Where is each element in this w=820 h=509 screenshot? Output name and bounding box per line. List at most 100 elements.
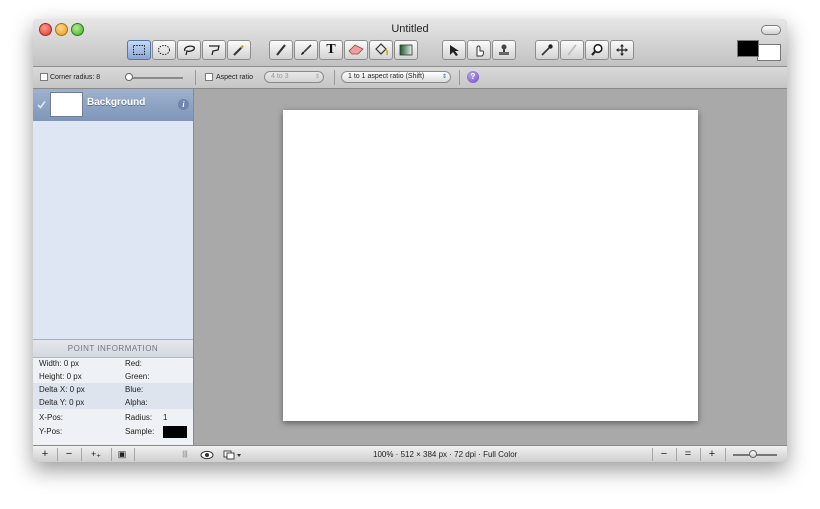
ellipse-select-tool[interactable] bbox=[152, 40, 176, 60]
background-color-swatch[interactable] bbox=[757, 44, 781, 61]
sidebar-resize-grip[interactable]: ||| bbox=[178, 446, 192, 462]
brush-tool[interactable] bbox=[294, 40, 318, 60]
gradient-tool-icon bbox=[399, 44, 413, 56]
layer-visibility-check-icon[interactable] bbox=[37, 100, 46, 109]
blue-readout: Blue: bbox=[125, 385, 144, 394]
point-information-header: POINT INFORMATION bbox=[33, 339, 193, 358]
move-tool-icon bbox=[616, 44, 628, 56]
alpha-readout: Alpha: bbox=[125, 398, 148, 407]
bottom-divider bbox=[652, 448, 653, 461]
options-divider bbox=[459, 70, 460, 85]
zoom-out-button[interactable]: − bbox=[655, 446, 673, 462]
zoom-slider-knob[interactable] bbox=[749, 450, 757, 458]
window-title: Untitled bbox=[391, 23, 429, 35]
rect-select-tool[interactable] bbox=[127, 40, 151, 60]
point-info-row: Y-Pos: Sample: bbox=[33, 425, 193, 438]
rect-select-tool-icon bbox=[133, 45, 145, 55]
lasso-tool[interactable] bbox=[177, 40, 201, 60]
ratio-mode-value: 1 to 1 aspect ratio (Shift) bbox=[348, 73, 425, 80]
aspect-ratio-value: 4 to 3 bbox=[271, 73, 289, 80]
popup-arrows-icon: ⇕ bbox=[314, 74, 320, 80]
delta-y-readout: Delta Y: 0 px bbox=[39, 398, 85, 407]
stamp-tool-icon bbox=[499, 44, 509, 55]
corner-radius-slider-knob[interactable] bbox=[125, 73, 133, 81]
layer-info-icon[interactable]: i bbox=[178, 99, 189, 110]
eraser-tool[interactable] bbox=[344, 40, 368, 60]
bottom-divider bbox=[700, 448, 701, 461]
zoom-tool-icon bbox=[591, 43, 603, 56]
retouch-brush-tool[interactable] bbox=[560, 40, 584, 60]
sample-label: Sample: bbox=[125, 427, 155, 436]
ellipse-select-tool-icon bbox=[158, 45, 170, 55]
radius-label: Radius: bbox=[125, 413, 153, 422]
eraser-tool-icon bbox=[348, 44, 364, 55]
eye-icon bbox=[200, 450, 214, 460]
point-info-row: X-Pos: Radius: 1 bbox=[33, 411, 193, 424]
smudge-tool[interactable] bbox=[467, 40, 491, 60]
red-readout: Red: bbox=[125, 359, 142, 368]
layer-mask-button[interactable]: ▣ bbox=[113, 446, 131, 462]
magic-wand-tool-icon bbox=[233, 45, 244, 56]
point-info-row: Delta X: 0 px Blue: bbox=[33, 383, 193, 396]
zoom-in-button[interactable]: + bbox=[703, 446, 721, 462]
pencil-tool-icon bbox=[276, 44, 286, 56]
foreground-color-swatch[interactable] bbox=[737, 40, 759, 57]
layer-thumbnail bbox=[50, 92, 83, 117]
view-toggle-button[interactable] bbox=[198, 446, 216, 462]
point-info-row: Width: 0 px Red: bbox=[33, 357, 193, 370]
options-divider bbox=[334, 70, 335, 85]
smudge-tool-icon bbox=[476, 45, 484, 57]
width-readout: Width: 0 px bbox=[39, 359, 80, 368]
window-mode-popup[interactable] bbox=[221, 446, 245, 462]
brush-tool-icon bbox=[301, 44, 312, 55]
lasso-tool-icon bbox=[184, 45, 196, 56]
aspect-ratio-label: Aspect ratio bbox=[216, 74, 253, 81]
ratio-mode-popup[interactable]: 1 to 1 aspect ratio (Shift) ⇕ bbox=[341, 71, 451, 83]
magic-wand-tool[interactable] bbox=[227, 40, 251, 60]
help-button[interactable]: ? bbox=[467, 71, 479, 83]
toolbar-toggle-button[interactable] bbox=[761, 25, 781, 35]
zoom-tool[interactable] bbox=[585, 40, 609, 60]
point-info-row: Delta Y: 0 px Alpha: bbox=[33, 396, 193, 409]
move-tool[interactable] bbox=[610, 40, 634, 60]
move-selection-tool[interactable] bbox=[442, 40, 466, 60]
eyedropper-tool-icon bbox=[541, 44, 553, 56]
aspect-ratio-checkbox[interactable] bbox=[205, 73, 213, 81]
polygon-lasso-tool-icon bbox=[209, 45, 220, 56]
popup-arrows-icon: ⇕ bbox=[441, 74, 447, 80]
delta-x-readout: Delta X: 0 px bbox=[39, 385, 85, 394]
stamp-tool[interactable] bbox=[492, 40, 516, 60]
aspect-ratio-popup[interactable]: 4 to 3 ⇕ bbox=[264, 71, 324, 83]
gradient-tool[interactable] bbox=[394, 40, 418, 60]
paint-bucket-tool-icon bbox=[375, 43, 389, 56]
image-status-text: 100% · 512 × 384 px · 72 dpi · Full Colo… bbox=[373, 450, 518, 459]
overlapping-windows-icon bbox=[223, 450, 241, 460]
layer-row-background[interactable]: Background i bbox=[33, 89, 193, 121]
bottom-divider bbox=[57, 448, 58, 461]
point-info-row: Height: 0 px Green: bbox=[33, 370, 193, 383]
duplicate-layer-button[interactable]: +₊ bbox=[84, 446, 108, 462]
corner-radius-checkbox[interactable] bbox=[40, 73, 48, 81]
point-information-panel: POINT INFORMATION Width: 0 px Red: Heigh… bbox=[33, 339, 194, 445]
text-tool-icon: T bbox=[326, 42, 336, 57]
bottom-divider bbox=[134, 448, 135, 461]
height-readout: Height: 0 px bbox=[39, 372, 82, 381]
add-layer-button[interactable]: + bbox=[36, 446, 54, 462]
sample-color-swatch bbox=[163, 426, 187, 438]
polygon-lasso-tool[interactable] bbox=[202, 40, 226, 60]
corner-radius-slider-track[interactable] bbox=[128, 77, 183, 79]
bottom-bar: + − +₊ ▣ ||| 100% · 512 × 384 px · 72 dp… bbox=[33, 445, 787, 462]
remove-layer-button[interactable]: − bbox=[60, 446, 78, 462]
bottom-divider bbox=[676, 448, 677, 461]
eyedropper-tool[interactable] bbox=[535, 40, 559, 60]
text-tool[interactable]: T bbox=[319, 40, 343, 60]
image-canvas[interactable] bbox=[283, 110, 698, 421]
paint-bucket-tool[interactable] bbox=[369, 40, 393, 60]
actual-size-button[interactable]: = bbox=[679, 446, 697, 462]
pencil-tool[interactable] bbox=[269, 40, 293, 60]
tool-options-bar: Corner radius: 8 Aspect ratio 4 to 3 ⇕ 1… bbox=[33, 67, 787, 89]
bottom-divider bbox=[725, 448, 726, 461]
bottom-divider bbox=[111, 448, 112, 461]
green-readout: Green: bbox=[125, 372, 150, 381]
radius-value[interactable]: 1 bbox=[163, 411, 167, 424]
